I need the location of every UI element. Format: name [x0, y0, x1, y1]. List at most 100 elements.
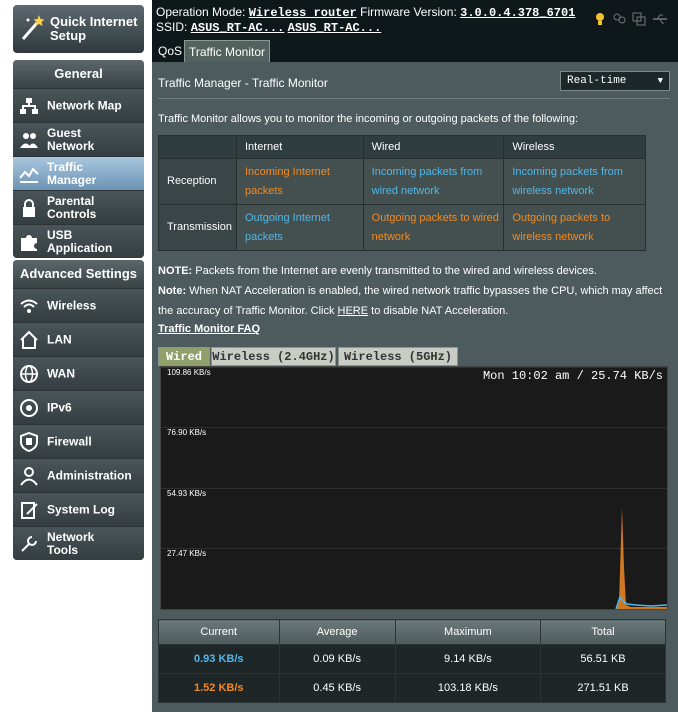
sidebar-item-label: WAN [47, 366, 75, 380]
disable-nat-link[interactable]: HERE [338, 305, 369, 317]
ssid-label: SSID: [156, 20, 188, 34]
main-panel: Traffic Manager - Traffic Monitor Real-t… [152, 62, 678, 712]
chevron-down-icon: ▼ [657, 76, 663, 86]
table-cell: Outgoing packets to wired network [362, 204, 505, 251]
column-header: Maximum [394, 619, 542, 645]
sidebar-item-wan[interactable]: WAN [13, 356, 144, 390]
column-header: Internet [235, 135, 364, 159]
sidebar-item-ipv6[interactable]: IPv6 [13, 390, 144, 424]
ssid-1: ASUS_RT-AC... [190, 21, 285, 35]
page-title: Traffic Manager - Traffic Monitor [158, 76, 328, 90]
traffic-info-table: Internet Wired Wireless Reception Incomi… [158, 135, 646, 251]
sidebar-item-label: Network Tools [47, 529, 95, 557]
sidebar-item-firewall[interactable]: Firewall [13, 424, 144, 458]
column-header: Wired [362, 135, 505, 159]
tab-qos[interactable]: QoS [154, 40, 186, 62]
notes: NOTE: Packets from the Internet are even… [158, 261, 670, 321]
sidebar-item-administration[interactable]: Administration [13, 458, 144, 492]
note-2: Note: When NAT Acceleration is enabled, … [158, 281, 670, 321]
operation-mode-link[interactable]: Wireless router [249, 6, 357, 20]
firmware-version-link[interactable]: 3.0.0.4.378_6701 [460, 6, 575, 20]
table-cell: Incoming packets from wireless network [503, 158, 646, 205]
ssid-line: SSID: ASUS_RT-AC... ASUS_RT-AC... [156, 20, 381, 35]
average-value: 0.09 KB/s [278, 644, 396, 674]
average-value: 0.45 KB/s [278, 673, 396, 703]
divider [158, 98, 670, 99]
view-mode-select[interactable]: Real-time ▼ [560, 71, 670, 91]
graph-tab-wired[interactable]: Wired [158, 347, 210, 366]
note-1: NOTE: Packets from the Internet are even… [158, 261, 670, 281]
advanced-header: Advanced Settings [13, 260, 144, 288]
quick-internet-setup-button[interactable]: Quick Internet Setup [13, 5, 144, 53]
maximum-value: 9.14 KB/s [394, 644, 542, 674]
table-cell: Outgoing Internet packets [235, 204, 364, 251]
note-1-text: Packets from the Internet are evenly tra… [192, 265, 597, 277]
lock-icon [23, 199, 35, 217]
total-value: 271.51 KB [540, 673, 666, 703]
general-menu: General Network Map Guest Network Traffi… [13, 60, 144, 258]
note-2-text-end: to disable NAT Acceleration. [368, 305, 509, 317]
sidebar-item-label: Parental Controls [47, 193, 97, 221]
traffic-plot [615, 507, 667, 609]
network-map-icon [20, 98, 38, 114]
puzzle-icon [21, 235, 37, 251]
qis-label: Quick Internet Setup [50, 14, 138, 43]
sidebar-item-label: Firewall [47, 434, 92, 448]
table-corner [158, 135, 237, 159]
table-cell: Incoming packets from wired network [362, 158, 505, 205]
firmware-label: Firmware Version: [360, 5, 457, 19]
guest-network-icon [20, 133, 38, 148]
sidebar-item-label: IPv6 [47, 400, 72, 414]
tools-icon [21, 536, 37, 552]
mode-label: Operation Mode: [156, 5, 246, 19]
traffic-manager-icon [19, 167, 39, 183]
mode-firmware-line: Operation Mode: Wireless router Firmware… [156, 5, 575, 20]
column-header: Wireless [503, 135, 646, 159]
sidebar-item-parental-controls[interactable]: Parental Controls [13, 190, 144, 224]
sidebar-item-usb-application[interactable]: USB Application [13, 224, 144, 258]
tab-traffic-monitor[interactable]: Traffic Monitor [184, 40, 271, 62]
clients-icon[interactable] [612, 12, 626, 26]
sidebar-item-network-map[interactable]: Network Map [13, 88, 144, 122]
row-header: Transmission [158, 204, 237, 251]
note-2-label: Note: [158, 285, 187, 297]
wifi-icon [20, 299, 38, 313]
sidebar-item-system-log[interactable]: System Log [13, 492, 144, 526]
sidebar-item-guest-network[interactable]: Guest Network [13, 122, 144, 156]
traffic-stats-table: Current Average Maximum Total 0.93 KB/s … [158, 619, 666, 703]
sidebar-item-label: Administration [47, 468, 132, 482]
sidebar-item-network-tools[interactable]: Network Tools [13, 526, 144, 560]
shield-icon [20, 432, 38, 452]
tab-bar: QoS Traffic Monitor [152, 40, 678, 62]
router-admin-page: Quick Internet Setup General Network Map… [0, 0, 678, 712]
sidebar-item-label: System Log [47, 502, 116, 516]
sidebar-item-label: USB Application [47, 227, 113, 255]
magic-wand-icon [21, 15, 45, 40]
graph-tab-wireless-5[interactable]: Wireless (5GHz) [338, 347, 458, 366]
table-row: 0.93 KB/s 0.09 KB/s 9.14 KB/s 56.51 KB [158, 644, 666, 674]
intro-text: Traffic Monitor allows you to monitor th… [158, 113, 579, 125]
total-value: 56.51 KB [540, 644, 666, 674]
status-icons [594, 12, 668, 26]
ipv6-icon [20, 399, 38, 417]
sidebar-item-label: Network Map [47, 98, 122, 112]
column-header: Current [158, 619, 280, 645]
sidebar-item-label: Traffic Manager [47, 159, 97, 187]
usb-icon[interactable] [652, 12, 668, 26]
sidebar-item-wireless[interactable]: Wireless [13, 288, 144, 322]
column-header: Total [540, 619, 666, 645]
traffic-monitor-faq-link[interactable]: Traffic Monitor FAQ [158, 323, 260, 335]
status-bar: Operation Mode: Wireless router Firmware… [152, 0, 678, 40]
sidebar-item-lan[interactable]: LAN [13, 322, 144, 356]
general-header: General [13, 60, 144, 88]
copy-icon[interactable] [632, 12, 646, 26]
sidebar-item-label: LAN [47, 332, 72, 346]
lightbulb-icon[interactable] [594, 12, 606, 26]
table-row: 1.52 KB/s 0.45 KB/s 103.18 KB/s 271.51 K… [158, 673, 666, 703]
graph-tab-wireless-24[interactable]: Wireless (2.4GHz) [211, 347, 336, 366]
sidebar-item-label: Wireless [47, 298, 97, 312]
column-header: Average [278, 619, 396, 645]
log-icon [21, 502, 38, 519]
person-icon [20, 467, 38, 486]
sidebar-item-traffic-manager[interactable]: Traffic Manager [13, 156, 144, 190]
